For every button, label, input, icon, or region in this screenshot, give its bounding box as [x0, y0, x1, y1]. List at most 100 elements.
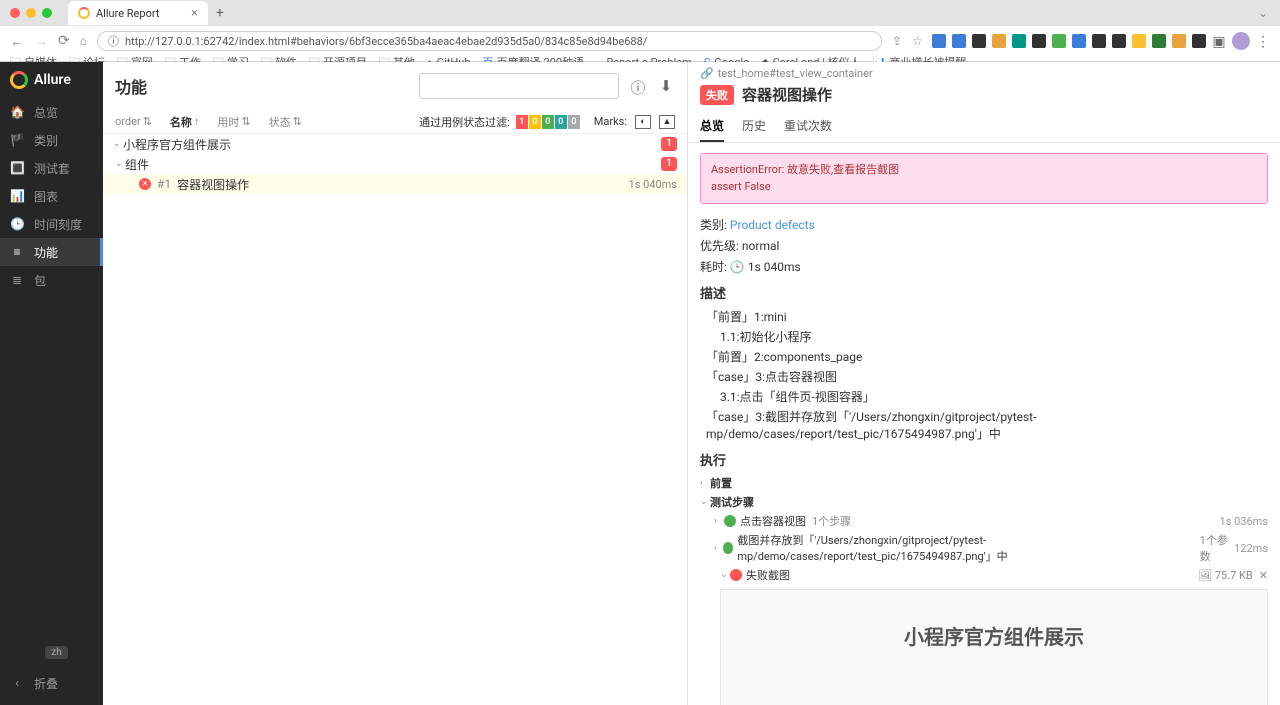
- sidebar-item-categories[interactable]: 🏴类别: [0, 126, 103, 154]
- panel-title: 功能: [115, 74, 147, 98]
- sidebar-item-timeline[interactable]: 🕒时间刻度: [0, 210, 103, 238]
- exec-step[interactable]: › 点击容器视图 1个步骤 1s 036ms: [700, 513, 1268, 529]
- sort-name[interactable]: 名称 ↑: [170, 114, 200, 130]
- sort-order[interactable]: order ⇅: [115, 115, 152, 128]
- download-icon[interactable]: ⬇: [657, 77, 675, 95]
- chrome-tabs-bar: Allure Report × + ⌄: [0, 0, 1280, 26]
- chevron-down-icon[interactable]: ⌄: [1258, 6, 1268, 20]
- new-tab-button[interactable]: +: [216, 5, 224, 21]
- ext-icon[interactable]: [1032, 34, 1046, 48]
- back-button[interactable]: ←: [10, 33, 24, 50]
- mark-flaky-icon[interactable]: ◐: [635, 115, 651, 129]
- mark-new-icon[interactable]: ▲: [659, 115, 675, 129]
- filter-unknown[interactable]: 0: [568, 115, 580, 129]
- status-filter-badges[interactable]: 1 0 0 0 0: [516, 115, 580, 129]
- meta-duration: 耗时: 🕒 1s 040ms: [700, 258, 1268, 275]
- traffic-max[interactable]: [42, 8, 52, 18]
- sort-up-icon: ↑: [194, 115, 200, 128]
- search-input[interactable]: [419, 73, 619, 99]
- test-number: #1: [157, 177, 171, 191]
- ext-icon[interactable]: [1172, 34, 1186, 48]
- tree-label: 小程序官方组件展示: [123, 136, 231, 153]
- sidebar-bottom: zh ‹折叠: [0, 644, 103, 705]
- home-button[interactable]: ⌂: [80, 34, 87, 48]
- sidebar-item-behaviors[interactable]: ≡功能: [0, 238, 103, 266]
- sidebar-item-graphs[interactable]: 📊图表: [0, 182, 103, 210]
- tree-label: 组件: [125, 156, 149, 173]
- error-message: AssertionError: 故意失败,查看报告截图 assert False: [700, 153, 1268, 204]
- bookmark-star-icon[interactable]: ☆: [912, 34, 926, 48]
- filter-failed[interactable]: 1: [516, 115, 528, 129]
- sidebar-collapse[interactable]: ‹折叠: [0, 669, 103, 697]
- ext-icon[interactable]: [1012, 34, 1026, 48]
- tree-feature-row[interactable]: ⌄ 小程序官方组件展示 1: [103, 134, 687, 154]
- site-info-icon[interactable]: ⓘ: [108, 33, 119, 49]
- tree-panel: 功能 ⓘ ⬇ order ⇅ 名称 ↑ 用时 ⇅ 状态 ⇅ 通过用例状态过滤: …: [103, 62, 688, 705]
- info-icon[interactable]: ⓘ: [629, 77, 647, 95]
- filter-skipped[interactable]: 0: [555, 115, 567, 129]
- language-switch[interactable]: zh: [45, 646, 67, 659]
- share-icon[interactable]: ⇪: [892, 34, 906, 48]
- profile-avatar[interactable]: [1232, 32, 1250, 50]
- exec-precondition[interactable]: › 前置: [700, 475, 1268, 491]
- filter-passed[interactable]: 0: [542, 115, 554, 129]
- ext-icon[interactable]: [972, 34, 986, 48]
- grid-icon: 🔳: [10, 161, 24, 175]
- browser-chrome: Allure Report × + ⌄ ← → ⟳ ⌂ ⓘ http://127…: [0, 0, 1280, 62]
- address-bar-row: ← → ⟳ ⌂ ⓘ http://127.0.0.1:62742/index.h…: [0, 30, 1280, 52]
- ext-icon[interactable]: [1112, 34, 1126, 48]
- browser-tab[interactable]: Allure Report ×: [68, 1, 208, 25]
- filter-row: 通过用例状态过滤: 1 0 0 0 0 Marks: ◐ ▲: [419, 114, 675, 130]
- exec-step[interactable]: › 截图并存放到「'/Users/zhongxin/gitproject/pyt…: [700, 532, 1268, 564]
- forward-button[interactable]: →: [34, 33, 48, 50]
- tab-close-icon[interactable]: ×: [191, 6, 198, 21]
- attachment-row[interactable]: ⌄ 失败截图 🖼 75.7 KB ✕: [720, 567, 1268, 583]
- close-icon[interactable]: ✕: [1259, 569, 1268, 582]
- tab-retries[interactable]: 重试次数: [784, 111, 832, 142]
- ext-icon[interactable]: [932, 34, 946, 48]
- chevron-down-icon: ⌄: [115, 159, 125, 169]
- app-root: Allure 🏠总览 🏴类别 🔳测试套 📊图表 🕒时间刻度 ≡功能 ≣包 zh …: [0, 62, 1280, 705]
- tree-story-row[interactable]: ⌄ 组件 1: [103, 154, 687, 174]
- sidebar-item-packages[interactable]: ≣包: [0, 266, 103, 294]
- ext-icon[interactable]: [1072, 34, 1086, 48]
- ext-icon[interactable]: [1092, 34, 1106, 48]
- tab-history[interactable]: 历史: [742, 111, 766, 142]
- ext-icon[interactable]: [952, 34, 966, 48]
- chevron-down-icon: ⌄: [113, 139, 123, 149]
- tab-favicon-icon: [78, 7, 90, 19]
- sidebar-item-overview[interactable]: 🏠总览: [0, 98, 103, 126]
- sort-status[interactable]: 状态 ⇅: [269, 114, 302, 130]
- traffic-min[interactable]: [26, 8, 36, 18]
- kebab-menu-icon[interactable]: ⋮: [1256, 34, 1270, 48]
- reload-button[interactable]: ⟳: [58, 33, 70, 49]
- extensions-menu-icon[interactable]: ▣: [1212, 34, 1226, 48]
- sidebar-item-suites[interactable]: 🔳测试套: [0, 154, 103, 182]
- test-name: 容器视图操作: [742, 84, 832, 105]
- tab-overview[interactable]: 总览: [700, 111, 724, 142]
- description-heading: 描述: [700, 283, 1268, 302]
- detail-body[interactable]: AssertionError: 故意失败,查看报告截图 assert False…: [688, 143, 1280, 705]
- chevron-down-icon: ⌄: [700, 497, 710, 507]
- ext-icon[interactable]: [1192, 34, 1206, 48]
- clock-icon: 🕒: [10, 217, 24, 231]
- ext-icon[interactable]: [1132, 34, 1146, 48]
- exec-steps-group[interactable]: ⌄ 测试步骤: [700, 494, 1268, 510]
- ext-icon[interactable]: [992, 34, 1006, 48]
- error-line: AssertionError: 故意失败,查看报告截图: [711, 162, 1257, 179]
- ext-icon[interactable]: [1052, 34, 1066, 48]
- sort-duration[interactable]: 用时 ⇅: [217, 114, 250, 130]
- tree-test-row[interactable]: ✕ #1 容器视图操作 1s 040ms: [103, 174, 687, 194]
- address-bar[interactable]: ⓘ http://127.0.0.1:62742/index.html#beha…: [97, 31, 882, 51]
- screenshot-preview[interactable]: 小程序官方组件展示: [720, 589, 1268, 705]
- tree-count-badge: 1: [661, 157, 677, 171]
- breadcrumb-text: test_home#test_view_container: [718, 67, 873, 80]
- filter-broken[interactable]: 0: [529, 115, 541, 129]
- tree-count-badge: 1: [661, 137, 677, 151]
- window-controls[interactable]: [0, 8, 62, 18]
- ext-icon[interactable]: [1152, 34, 1166, 48]
- desc-line: 「case」3:点击容器视图: [700, 368, 1268, 385]
- traffic-close[interactable]: [10, 8, 20, 18]
- extension-icons: ⇪ ☆ ▣ ⋮: [892, 32, 1270, 50]
- logo[interactable]: Allure: [0, 62, 103, 98]
